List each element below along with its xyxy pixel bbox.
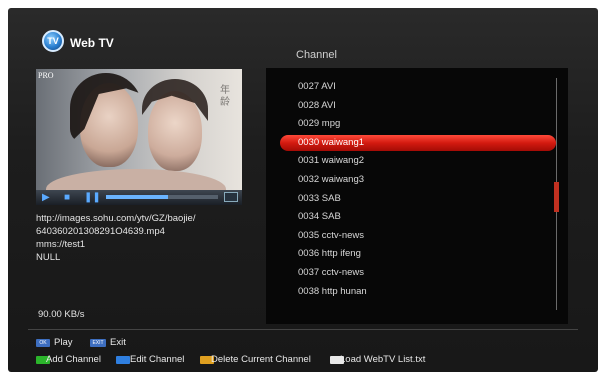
channel-number: 0031 [298, 155, 320, 167]
video-watermark: 年龄 [220, 85, 230, 108]
video-brand-logo: PRO [38, 71, 54, 80]
player-control-bar: ▶ ■ ❚❚ [36, 190, 242, 205]
play-hint[interactable]: Play [54, 337, 72, 348]
channel-item[interactable]: 0036 http ifeng [298, 247, 361, 261]
exit-key-icon: EXIT [90, 339, 106, 347]
progress-fill [106, 195, 168, 199]
channel-name: AVI [321, 81, 336, 92]
channel-name: cctv-news [321, 229, 365, 241]
channel-item[interactable]: 0031 waiwang2 [298, 154, 364, 168]
channel-item[interactable]: 0034 SAB [298, 210, 341, 224]
stream-url-line-1: http://images.sohu.com/ytv/GZ/baojie/ [36, 213, 196, 224]
stop-icon[interactable]: ■ [64, 192, 70, 203]
channel-list: 0027 AVI 0028 AVI 0029 mpg 0030 waiwang1 003… [266, 68, 568, 324]
channel-item[interactable]: 0030 waiwang1 [298, 136, 364, 150]
channel-name: cctv-news [321, 267, 365, 278]
load-list-hint[interactable]: Load WebTV List.txt [340, 354, 425, 365]
channel-number: 0030 [298, 136, 320, 148]
webtv-logo-icon: TV [42, 30, 64, 52]
channel-number: 0033 [298, 192, 320, 204]
page-title: Web TV [70, 36, 114, 50]
blue-key-icon [116, 356, 130, 364]
download-speed: 90.00 KB/s [38, 309, 85, 320]
delete-channel-hint[interactable]: Delete Current Channel [211, 354, 311, 365]
channel-number: 0028 [298, 99, 320, 111]
channel-item[interactable]: 0038 http hunan [298, 285, 367, 299]
ok-key-icon: OK [36, 339, 50, 347]
channel-item[interactable]: 0033 SAB [298, 192, 341, 206]
channel-number: 0036 [298, 248, 320, 260]
channel-item[interactable]: 0028 AVI [298, 99, 336, 113]
channel-name: SAB [321, 192, 341, 204]
channel-item[interactable]: 0029 mpg [298, 117, 340, 131]
channel-name: http hunan [321, 285, 367, 297]
fullscreen-icon[interactable] [224, 192, 238, 202]
channel-number: 0027 [298, 81, 320, 92]
channel-name: waiwang3 [321, 174, 365, 185]
progress-bar[interactable] [106, 195, 218, 199]
channel-name: AVI [321, 99, 336, 111]
add-channel-hint[interactable]: Add Channel [46, 354, 101, 365]
stream-url-line-2: 640360201308291O4639.mp4 [36, 226, 165, 237]
exit-hint[interactable]: Exit [110, 337, 126, 348]
play-icon[interactable]: ▶ [42, 192, 50, 203]
channel-heading: Channel [296, 49, 337, 61]
video-preview[interactable]: PRO 年龄 ▶ ■ ❚❚ [36, 69, 242, 205]
channel-number: 0029 [298, 118, 320, 130]
stream-protocol: mms://test1 [36, 239, 86, 250]
channel-name: SAB [321, 211, 341, 223]
channel-item[interactable]: 0035 cctv-news [298, 229, 364, 243]
preview-figure-right [148, 91, 202, 171]
channel-item[interactable]: 0037 cctv-news [298, 266, 364, 280]
channel-name: http ifeng [321, 248, 361, 260]
channel-number: 0032 [298, 174, 320, 185]
channel-name: mpg [321, 118, 341, 130]
edit-channel-hint[interactable]: Edit Channel [130, 354, 184, 365]
footer-divider [28, 329, 578, 330]
channel-number: 0037 [298, 267, 320, 278]
channel-item[interactable]: 0027 AVI [298, 80, 336, 94]
channel-name: waiwang1 [321, 136, 365, 148]
pause-icon[interactable]: ❚❚ [84, 192, 101, 203]
channel-name: waiwang2 [321, 155, 365, 167]
channel-number: 0034 [298, 211, 320, 223]
channel-item[interactable]: 0032 waiwang3 [298, 173, 364, 187]
scrollbar-thumb[interactable] [554, 182, 559, 212]
channel-number: 0038 [298, 285, 320, 297]
stream-extra: NULL [36, 252, 61, 263]
channel-number: 0035 [298, 229, 320, 241]
